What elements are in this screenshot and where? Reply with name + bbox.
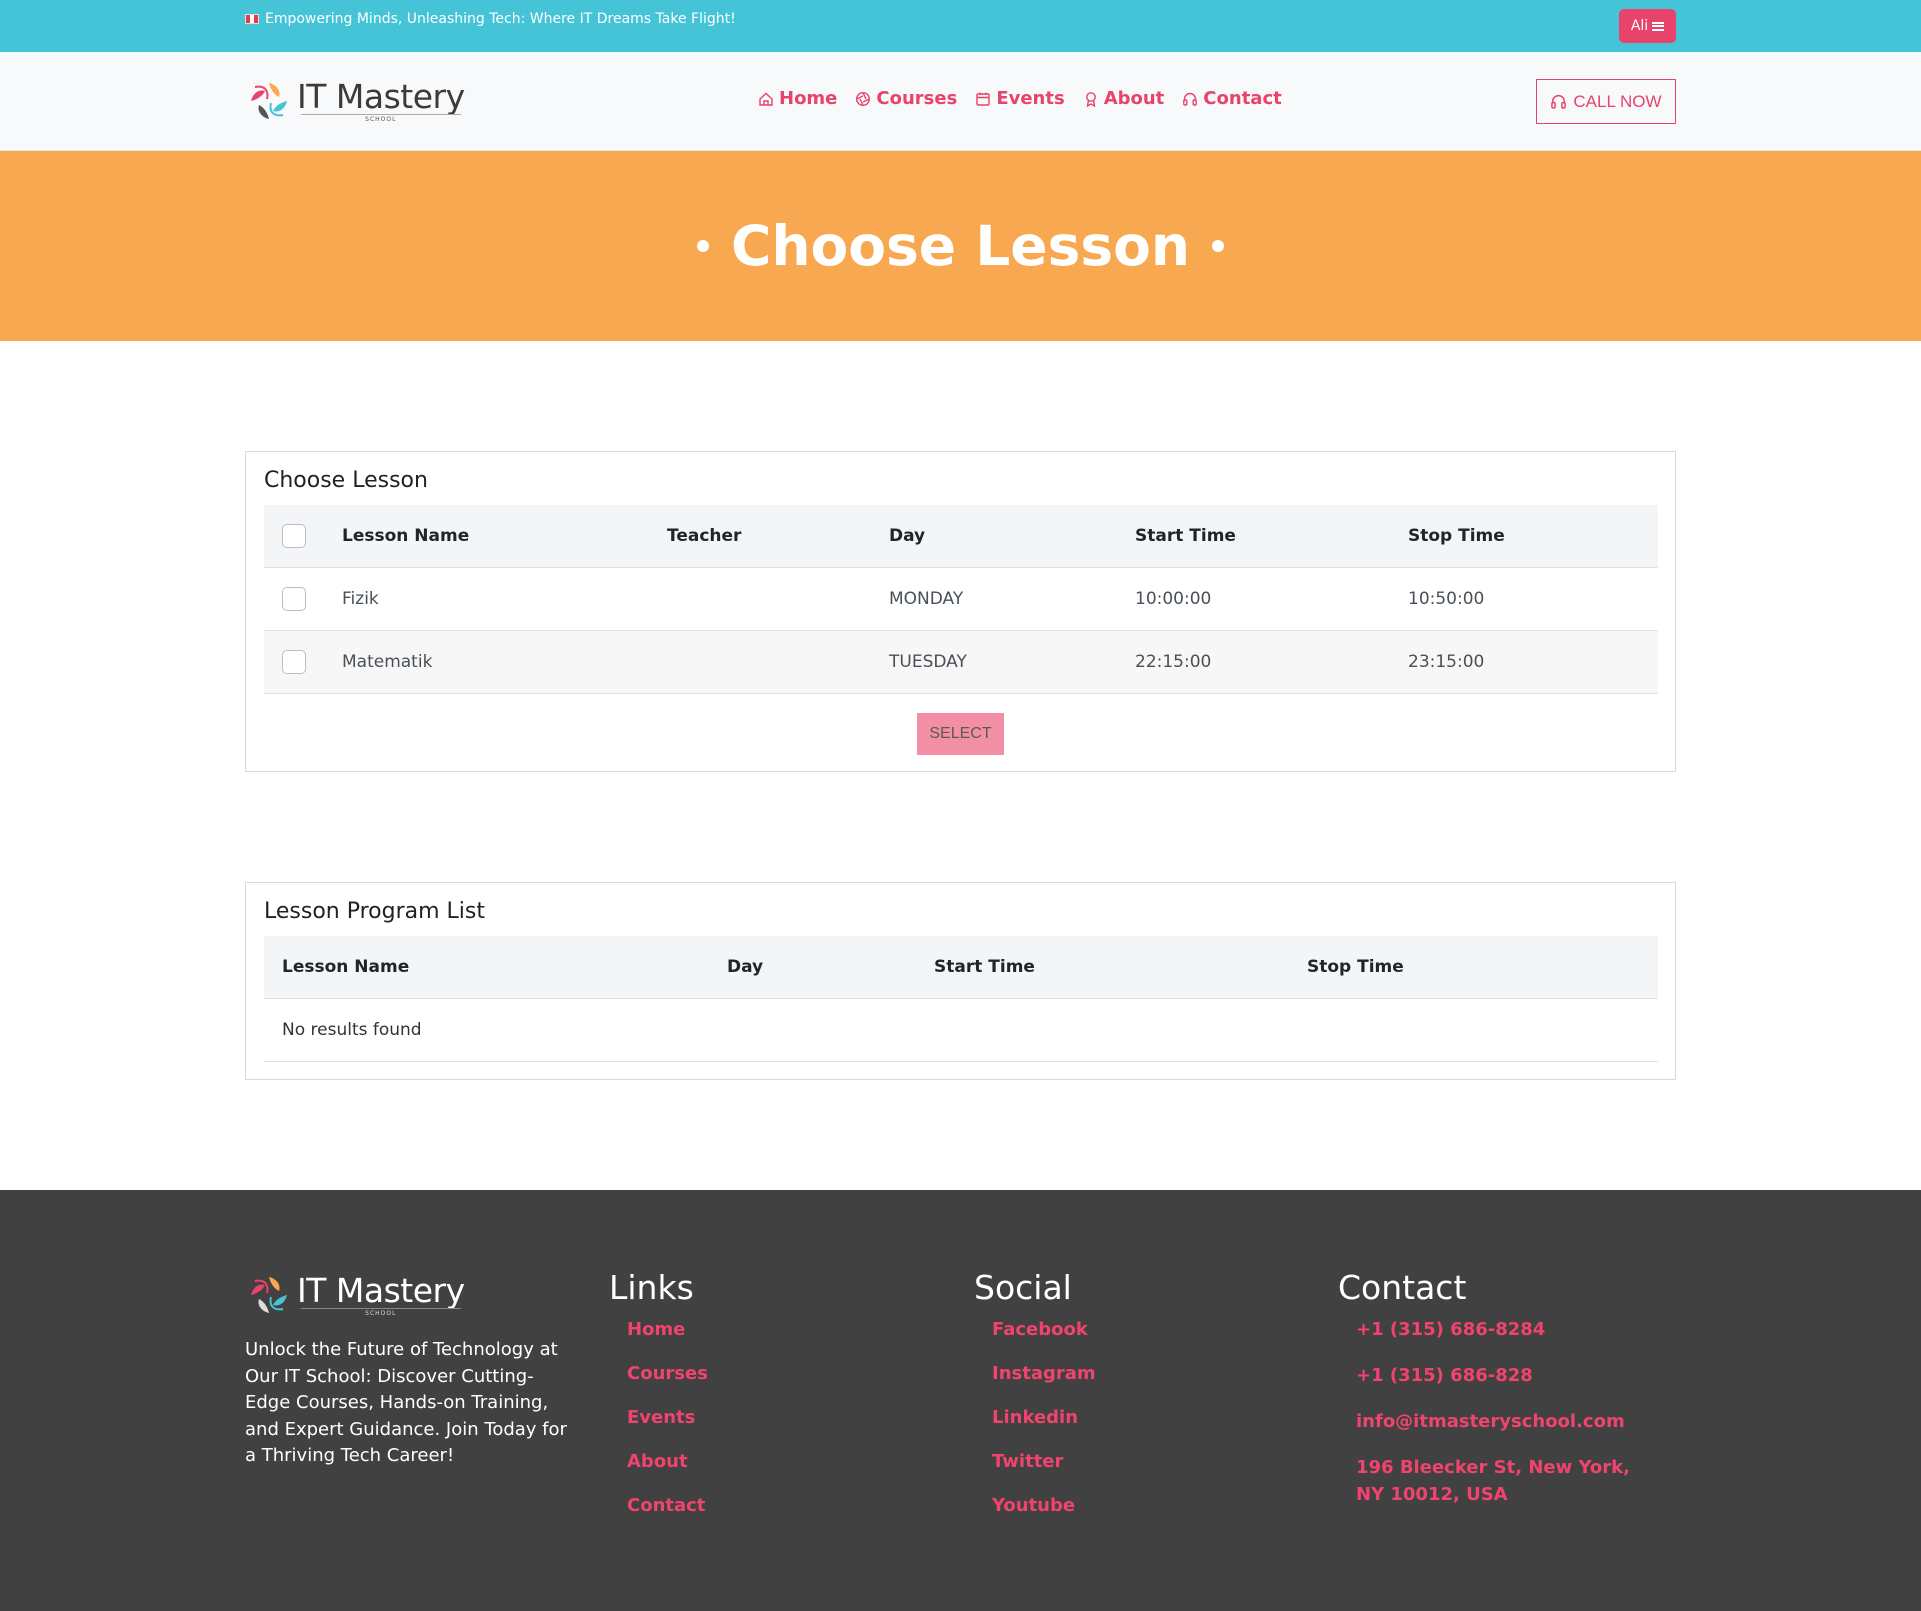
column-header: Lesson Name [282,957,410,977]
footer-contact-title: Contact [1338,1268,1467,1307]
footer-links-title: Links [609,1268,694,1307]
bullet-icon [696,240,709,252]
footer-logo[interactable]: IT Mastery SCHOOL [245,1271,465,1319]
footer-description: Unlock the Future of Technology at Our I… [245,1339,567,1466]
choose-lesson-card: Choose Lesson Lesson Name Teacher Day St… [245,451,1676,772]
calendar-icon [976,92,991,106]
social-youtube-link[interactable]: Youtube [992,1495,1096,1517]
navbar: IT Mastery SCHOOL Home Courses Events Ab… [0,52,1921,151]
nav-contact-label: Contact [1203,88,1282,109]
nav-home[interactable]: Home [758,88,837,109]
column-header: Stop Time [1307,957,1404,977]
nav-events[interactable]: Events [975,88,1065,109]
column-header: Day [889,526,926,546]
aperture-icon [856,91,871,106]
hero-heading: Choose Lesson [696,214,1225,278]
card-title: Lesson Program List [264,899,485,924]
nav-courses[interactable]: Courses [855,88,957,109]
lesson-name: Fizik [342,589,379,609]
select-all-checkbox[interactable] [282,524,306,548]
row-checkbox[interactable] [282,650,306,674]
contact-address: 196 Bleecker St, New York, NY 10012, USA [1356,1457,1630,1505]
choose-lesson-table: Lesson Name Teacher Day Start Time Stop … [264,505,1658,694]
empty-message: No results found [282,1020,422,1040]
row-checkbox[interactable] [282,587,306,611]
main-nav: Home Courses Events About Contact [758,88,1282,109]
footer-link-about[interactable]: About [627,1451,708,1473]
header-logo[interactable]: IT Mastery SCHOOL [245,77,465,125]
footer-link-home[interactable]: Home [627,1319,708,1341]
menu-icon [1652,21,1665,31]
footer-social-title: Social [974,1268,1072,1307]
column-header: Lesson Name [342,526,470,546]
nav-about-label: About [1103,88,1165,109]
tagline: Empowering Minds, Unleashing Tech: Where… [245,11,736,27]
bullet-icon [1212,240,1225,252]
table-header: Lesson Name Teacher Day Start Time Stop … [264,505,1658,568]
contact-phone-1[interactable]: +1 (315) 686-8284 [1356,1316,1646,1343]
lesson-name: Matematik [342,652,433,672]
start-time: 22:15:00 [1135,652,1212,672]
table-row: Fizik MONDAY 10:00:00 10:50:00 [264,568,1658,631]
brand-name: IT Mastery [297,1270,465,1310]
brand-sub: SCHOOL [300,113,461,123]
call-now-label: CALL NOW [1573,91,1662,111]
day: MONDAY [889,589,964,609]
footer-social: Social Facebook Instagram Linkedin Twitt… [974,1268,1096,1539]
footer-contact: Contact +1 (315) 686-8284 +1 (315) 686-8… [1338,1268,1646,1530]
nav-home-label: Home [779,88,838,109]
day: TUESDAY [889,652,967,672]
nav-courses-label: Courses [876,88,958,109]
social-linkedin-link[interactable]: Linkedin [992,1407,1096,1429]
tagline-text: Empowering Minds, Unleashing Tech: Where… [265,11,736,27]
lesson-program-card: Lesson Program List Lesson Name Day Star… [245,882,1676,1080]
table-row: Matematik TUESDAY 22:15:00 23:15:00 [264,631,1658,694]
call-now-button[interactable]: CALL NOW [1536,79,1676,124]
hero-title: Choose Lesson [730,214,1191,278]
card-title: Choose Lesson [264,468,428,493]
column-header: Stop Time [1408,526,1505,546]
social-instagram-link[interactable]: Instagram [992,1363,1096,1385]
flag-icon [245,14,259,24]
nav-about[interactable]: About [1083,88,1165,109]
contact-phone-2[interactable]: +1 (315) 686-828 [1356,1362,1646,1389]
column-header: Day [727,957,764,977]
select-button[interactable]: SELECT [917,713,1004,755]
column-header: Teacher [667,526,742,546]
nav-events-label: Events [996,88,1065,109]
brand-sub: SCHOOL [300,1307,461,1317]
home-icon [759,92,773,106]
top-bar: Empowering Minds, Unleashing Tech: Where… [0,0,1921,52]
table-row: No results found [264,999,1658,1062]
hero-banner: Choose Lesson [0,151,1921,341]
social-facebook-link[interactable]: Facebook [992,1319,1096,1341]
footer-link-events[interactable]: Events [627,1407,708,1429]
footer-link-contact[interactable]: Contact [627,1495,708,1517]
table-header: Lesson Name Day Start Time Stop Time [264,936,1658,999]
footer-link-courses[interactable]: Courses [627,1363,708,1385]
social-twitter-link[interactable]: Twitter [992,1451,1096,1473]
column-header: Start Time [1135,526,1236,546]
user-name: Ali [1630,18,1649,34]
footer-links: Links Home Courses Events About Contact [609,1268,708,1539]
logo-icon [251,1277,287,1313]
start-time: 10:00:00 [1135,589,1212,609]
footer: IT Mastery SCHOOL Unlock the Future of T… [0,1190,1921,1611]
award-icon [1085,91,1096,107]
stop-time: 10:50:00 [1408,589,1485,609]
nav-contact[interactable]: Contact [1182,88,1282,109]
headset-icon [1551,94,1567,109]
stop-time: 23:15:00 [1408,652,1485,672]
user-menu-button[interactable]: Ali [1619,9,1676,43]
headset-icon [1183,92,1198,106]
brand-name: IT Mastery [297,76,465,116]
contact-email[interactable]: info@itmasteryschool.com [1356,1408,1646,1435]
lesson-program-table: Lesson Name Day Start Time Stop Time No … [264,936,1658,1062]
column-header: Start Time [934,957,1035,977]
logo-icon [251,83,287,119]
